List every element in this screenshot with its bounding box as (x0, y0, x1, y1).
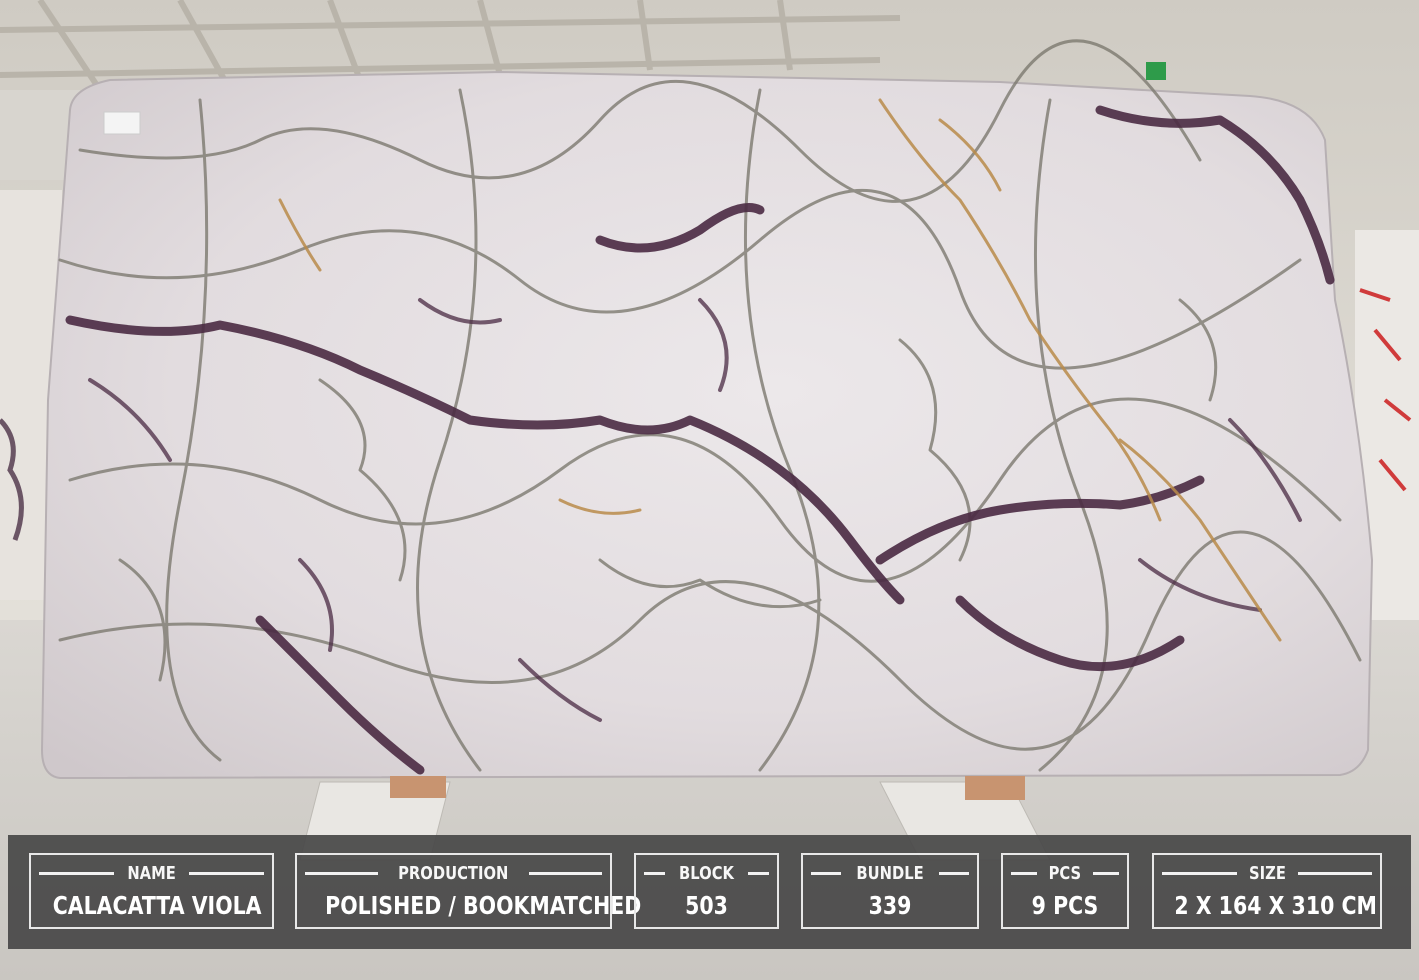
info-name-box: NAME CALACATTA VIOLA (29, 853, 274, 929)
info-size-label: SIZE (1248, 862, 1286, 884)
header-rule (1011, 871, 1038, 875)
info-block-value: 503 (685, 891, 728, 920)
info-pcs-box: PCS 9 PCS (1001, 853, 1129, 929)
info-pcs-value: 9 PCS (1031, 891, 1099, 920)
header-rule (528, 871, 602, 875)
slab-sticker (103, 111, 141, 135)
info-size-header: SIZE (1154, 861, 1380, 885)
info-name-header: NAME (31, 861, 272, 885)
header-rule (1297, 871, 1373, 875)
info-block-header: BLOCK (636, 861, 777, 885)
photo-scene: NAME CALACATTA VIOLA PRODUCTION POLISHED… (0, 0, 1419, 980)
info-bundle-header: BUNDLE (803, 861, 977, 885)
info-production-box: PRODUCTION POLISHED / BOOKMATCHED (295, 853, 642, 929)
info-bundle-label: BUNDLE (856, 862, 924, 884)
header-rule (939, 871, 970, 875)
info-name-label: NAME (127, 862, 176, 884)
info-bundle-box: BUNDLE 339 (801, 853, 979, 929)
info-production-header: PRODUCTION (297, 861, 610, 885)
info-block-box: BLOCK 503 (634, 853, 779, 929)
header-rule (811, 871, 841, 875)
header-rule (644, 871, 665, 875)
marble-slab-photo (0, 0, 1419, 980)
header-rule (1162, 871, 1237, 875)
header-rule (748, 871, 770, 875)
info-production-label: PRODUCTION (398, 862, 509, 884)
info-pcs-label: PCS (1048, 862, 1082, 884)
header-rule (305, 871, 379, 875)
info-size-value: 2 X 164 X 310 CM (1174, 891, 1377, 920)
header-rule (39, 871, 114, 875)
info-block-label: BLOCK (679, 862, 734, 884)
exit-sign (1146, 62, 1166, 80)
info-bundle-value: 339 (868, 891, 912, 920)
info-production-value: POLISHED / BOOKMATCHED (325, 891, 642, 920)
header-rule (189, 871, 265, 875)
header-rule (1092, 871, 1120, 875)
info-name-value: CALACATTA VIOLA (52, 891, 262, 920)
info-size-box: SIZE 2 X 164 X 310 CM (1152, 853, 1382, 929)
slab-info-bar: NAME CALACATTA VIOLA PRODUCTION POLISHED… (8, 835, 1411, 949)
info-pcs-header: PCS (1003, 861, 1127, 885)
